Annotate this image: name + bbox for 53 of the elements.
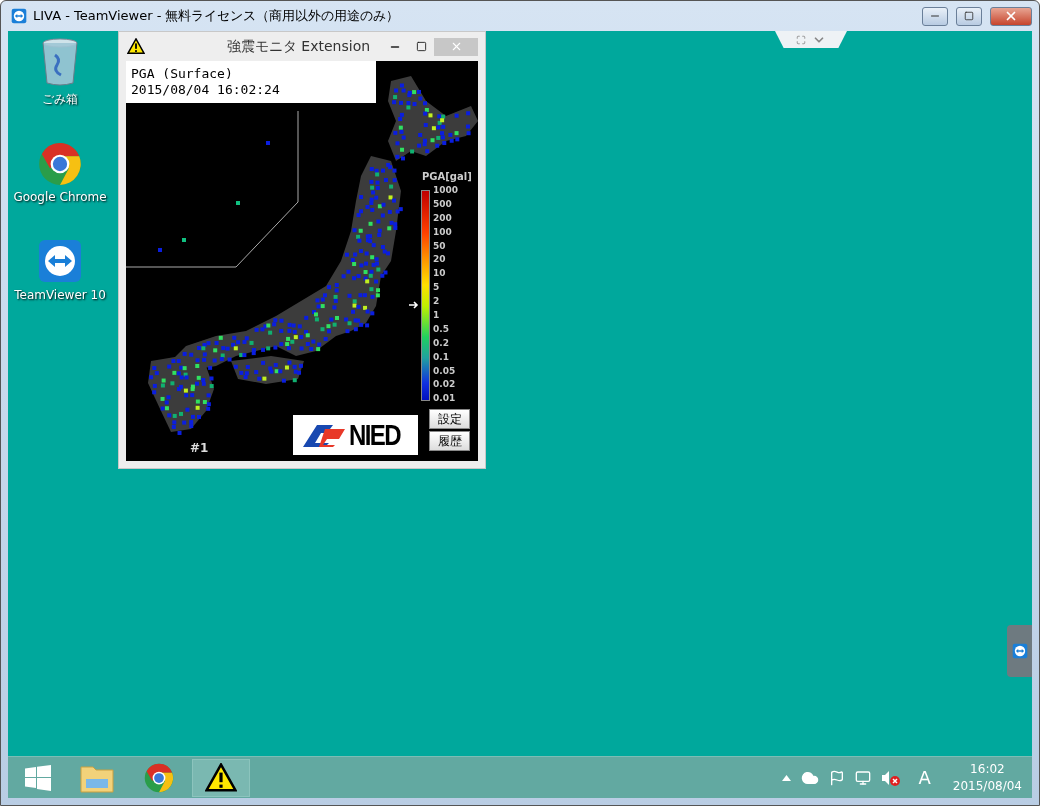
arrow-icon [409, 301, 419, 309]
desktop-icon-label[interactable]: ごみ箱 [42, 91, 78, 108]
teamviewer-icon [11, 8, 27, 24]
scale-tick-label: 0.1 [433, 350, 450, 364]
chrome-icon [144, 762, 174, 793]
map-button[interactable]: 設定 [429, 409, 470, 429]
scale-tick-label: 100 [433, 225, 453, 239]
desktop-icon-label[interactable]: TeamViewer 10 [14, 288, 106, 302]
muted-speaker-icon[interactable] [880, 769, 901, 786]
network-icon[interactable] [854, 769, 871, 786]
maximize-icon [964, 11, 974, 21]
scale-tick-label: 10 [433, 267, 447, 281]
map-info-text: PGA (Surface) [131, 66, 234, 82]
scale-tick-label: 20 [433, 253, 447, 267]
logo-text: NIED [349, 418, 400, 452]
ime-mode-button[interactable]: A [910, 767, 939, 788]
scale-tick-label: 1 [433, 309, 441, 322]
scale-tick-label: 500 [433, 197, 453, 211]
teamviewer-icon [37, 238, 83, 284]
close-button[interactable] [990, 6, 1032, 26]
scale-tick-label: 50 [433, 239, 447, 253]
warning-icon [205, 763, 237, 792]
minimize-button[interactable] [922, 6, 948, 26]
fullscreen-icon [796, 34, 806, 45]
scale-tick-label: 0.05 [433, 364, 457, 378]
map-button[interactable]: 履歴 [429, 431, 470, 451]
scale-tick-label: 2 [433, 295, 441, 308]
maximize-button[interactable] [956, 6, 982, 26]
scale-tick-label: 0.2 [433, 336, 450, 350]
scale-tick-label: 0.02 [433, 378, 457, 392]
desktop-icon-label[interactable]: Google Chrome [13, 190, 107, 204]
windows-logo-icon [25, 764, 51, 791]
chrome-icon [38, 142, 82, 186]
teamviewer-side-tab[interactable] [1007, 625, 1032, 677]
window-title: 強震モニタ Extension [225, 37, 372, 56]
window-title: LIVA - TeamViewer - 無料ライセンス（商用以外の用途のみ） [33, 7, 401, 25]
scale-tick-label: 0.5 [433, 322, 450, 336]
scale-tick-label: 0.01 [433, 392, 457, 406]
clock-button[interactable]: 16:02 2015/08/04 [948, 760, 1026, 795]
teamviewer-icon [1011, 643, 1028, 659]
flag-icon[interactable] [828, 769, 845, 786]
maximize-icon [415, 41, 427, 52]
scale-tick-label: 5 [433, 281, 441, 295]
warning-icon [127, 38, 145, 55]
scale-title: PGA[gal] [422, 171, 472, 182]
map-info-text: 2015/08/04 16:02:24 [131, 82, 281, 98]
show-hidden-icons-icon[interactable] [781, 774, 791, 781]
station-label: #1 [190, 441, 209, 455]
taskbar-app-button[interactable] [192, 758, 250, 797]
scale-tick-label: 1000 [433, 184, 459, 197]
trash-bin-icon [40, 37, 80, 87]
close-icon [1004, 9, 1018, 23]
scale-tick-label: 200 [433, 211, 453, 225]
